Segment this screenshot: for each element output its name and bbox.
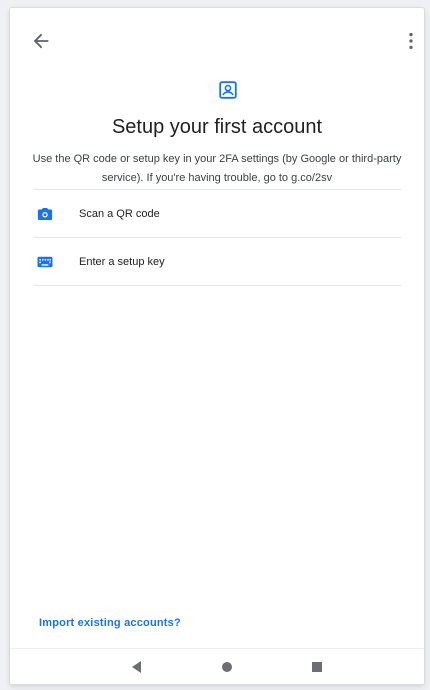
page-title: Setup your first account [111, 116, 323, 138]
system-navigation-bar [10, 648, 424, 684]
more-vert-icon[interactable] [400, 30, 422, 52]
enter-setup-key-label: Enter a setup key [79, 255, 165, 268]
account-box-icon [217, 79, 239, 101]
scan-qr-code-label: Scan a QR code [79, 207, 160, 220]
app-screen: Setup your first account Use the QR code… [10, 8, 424, 684]
nav-home-icon[interactable] [217, 657, 237, 677]
camera-icon [36, 205, 54, 223]
page-description: Use the QR code or setup key in your 2FA… [32, 153, 402, 184]
nav-back-icon[interactable] [127, 657, 147, 677]
scan-qr-code-option[interactable]: Scan a QR code [34, 190, 402, 237]
keyboard-icon [36, 253, 54, 271]
enter-setup-key-option[interactable]: Enter a setup key [34, 238, 402, 285]
import-existing-accounts-link[interactable]: Import existing accounts? [39, 617, 181, 629]
top-app-bar [10, 8, 424, 68]
divider [34, 285, 402, 286]
arrow-back-icon[interactable] [30, 30, 52, 52]
nav-recents-icon[interactable] [307, 657, 327, 677]
